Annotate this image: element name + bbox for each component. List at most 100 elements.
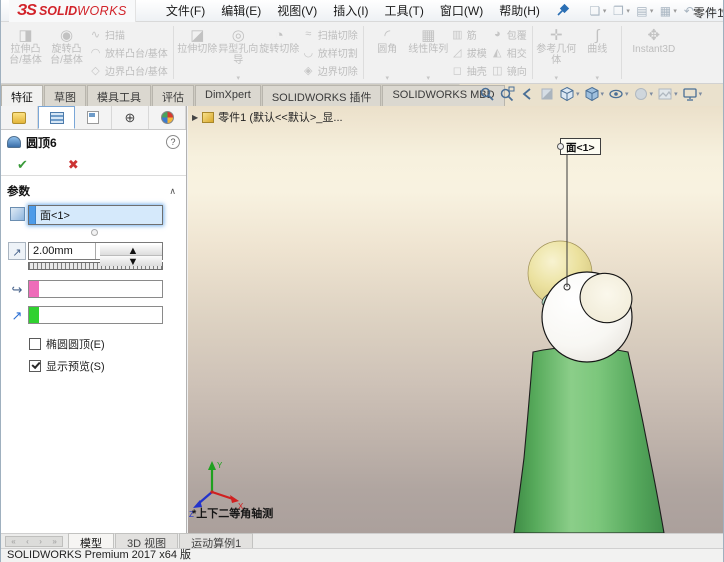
zoom-to-area-icon[interactable] xyxy=(499,86,515,102)
tree-expand-icon[interactable]: ▶ xyxy=(192,113,198,122)
tab-appearances[interactable] xyxy=(149,106,186,129)
edit-appearance-icon[interactable]: ▾ xyxy=(633,86,653,102)
menu-item[interactable]: 视图(V) xyxy=(269,0,325,22)
intersect-button[interactable]: ◭ 相交 xyxy=(491,44,527,61)
view-settings-icon[interactable]: ▾ xyxy=(682,86,702,102)
command-tab[interactable]: DimXpert xyxy=(195,85,261,106)
property-manager-title: 圆顶6 xyxy=(26,135,57,150)
show-preview-checkbox[interactable] xyxy=(29,360,41,372)
graphics-area[interactable]: Y X Z ▶ 零件1 (默认<<默认>_显... 面<1> *上下二等角轴测 xyxy=(188,106,723,533)
rib-button[interactable]: ▥ 筋 xyxy=(451,26,487,43)
extruded-cut-button[interactable]: ◪ 拉伸切除 xyxy=(177,23,218,82)
fillet-icon: ◜ xyxy=(384,27,391,44)
reference-geometry-button[interactable]: ✛ 参考几何体 ▾ xyxy=(536,23,577,82)
model-canvas[interactable]: Y X Z xyxy=(188,106,723,533)
dropdown-caret-icon[interactable]: ▾ xyxy=(555,74,559,82)
elliptical-dome-checkbox[interactable] xyxy=(29,338,41,350)
save-icon[interactable]: ▤ ▾ xyxy=(633,2,656,20)
direction-icon: ↗ xyxy=(11,308,23,323)
help-icon[interactable]: ? xyxy=(166,135,180,149)
document-tab[interactable]: 运动算例1 xyxy=(179,533,254,550)
menu-item[interactable]: 插入(I) xyxy=(325,0,376,22)
menu-item[interactable]: 文件(F) xyxy=(158,0,213,22)
mirror-button[interactable]: ◫ 镜向 xyxy=(491,62,527,79)
face-selection-value: 面<1> xyxy=(40,210,70,222)
lofted-boss-button[interactable]: ◠ 放样凸台/基体 xyxy=(89,44,168,61)
ok-button[interactable]: ✔ xyxy=(17,157,28,173)
tab-configurations[interactable] xyxy=(75,106,112,129)
hole-wizard-icon: ◎ xyxy=(231,27,245,44)
dropdown-caret-icon[interactable]: ▾ xyxy=(386,74,390,82)
revolved-boss-button[interactable]: ◉ 旋转凸台/基体 xyxy=(46,23,87,82)
constraint-selection-box[interactable] xyxy=(28,280,163,298)
lofted-cut-button[interactable]: ◡ 放样切割 xyxy=(302,44,357,61)
command-tab[interactable]: 草图 xyxy=(44,85,86,106)
dropdown-caret-icon[interactable]: ▾ xyxy=(237,74,241,82)
draft-icon: ◿ xyxy=(453,46,462,59)
draft-button[interactable]: ◿ 拔模 xyxy=(451,44,487,61)
tab-nav-button[interactable]: › xyxy=(39,537,42,546)
swept-cut-button[interactable]: ≈ 扫描切除 xyxy=(302,26,358,43)
dropdown-caret-icon[interactable]: ▾ xyxy=(596,74,600,82)
document-tabs: 模型 3D 视图 运动算例1 xyxy=(68,533,254,550)
tab-nav-button[interactable]: ‹ xyxy=(26,537,29,546)
print-icon[interactable]: ▦ ▾ xyxy=(656,2,679,20)
tab-nav-button[interactable]: » xyxy=(52,537,56,546)
section-view-icon[interactable] xyxy=(539,86,555,102)
viewport-feature-tree: ▶ 零件1 (默认<<默认>_显... xyxy=(192,109,343,125)
face-selection-box[interactable]: 面<1> xyxy=(28,205,163,225)
swept-boss-icon: ∿ xyxy=(90,28,101,41)
revolved-cut-button[interactable]: ◔ 旋转切除 xyxy=(259,23,300,82)
swept-boss-button[interactable]: ∿ 扫描 xyxy=(89,26,168,43)
tab-feature-tree[interactable] xyxy=(1,106,38,129)
spin-up-button[interactable]: ▲ xyxy=(100,245,162,257)
menu-item[interactable]: 帮助(H) xyxy=(491,0,548,22)
new-document-icon[interactable]: ❏ ▾ xyxy=(586,2,609,20)
linear-pattern-button[interactable]: ▦ 线性阵列 ▾ xyxy=(408,23,449,82)
cancel-button[interactable]: ✖ xyxy=(68,157,79,173)
display-style-icon[interactable]: ▾ xyxy=(584,86,604,102)
menu-item[interactable]: 编辑(E) xyxy=(213,0,269,22)
document-tab[interactable]: 3D 视图 xyxy=(115,533,179,550)
curves-button[interactable]: ∫ 曲线 ▾ xyxy=(577,23,618,82)
panel-tab-bar: ⊕ xyxy=(1,106,186,130)
apply-scene-icon[interactable]: ▾ xyxy=(657,86,678,102)
configurations-icon xyxy=(87,111,99,124)
tab-dimxpert[interactable]: ⊕ xyxy=(112,106,149,129)
menu-item[interactable]: 工具(T) xyxy=(377,0,432,22)
command-tab[interactable]: 评估 xyxy=(152,85,194,106)
dropdown-caret-icon[interactable]: ▾ xyxy=(427,74,431,82)
tab-property-manager[interactable] xyxy=(38,106,75,129)
collapse-section-icon[interactable]: ∧ xyxy=(169,186,176,197)
command-tab[interactable]: 特征 xyxy=(1,85,43,106)
tab-navigation-strip: « ‹ › » xyxy=(5,536,63,547)
show-preview-label[interactable]: 显示预览(S) xyxy=(46,358,105,374)
feature-tree-icon xyxy=(12,111,26,124)
pin-icon[interactable] xyxy=(554,3,570,19)
distance-input[interactable]: 2.00mm ▲ ▼ xyxy=(28,242,163,268)
tab-nav-button[interactable]: « xyxy=(11,537,15,546)
wrap-button[interactable]: ◕ 包覆 xyxy=(491,26,527,43)
spin-down-button[interactable]: ▼ xyxy=(100,256,162,268)
part-tree-label[interactable]: 零件1 (默认<<默认>_显... xyxy=(218,109,342,125)
boundary-cut-button[interactable]: ◈ 边界切除 xyxy=(302,62,358,79)
boundary-boss-icon: ◇ xyxy=(91,65,100,78)
hole-wizard-button[interactable]: ◎ 异型孔向导 ▾ xyxy=(218,23,259,82)
extruded-boss-button[interactable]: ◨ 拉伸凸台/基体 xyxy=(5,23,46,82)
fillet-button[interactable]: ◜ 圆角 ▾ xyxy=(367,23,408,82)
shell-button[interactable]: ◻ 抽壳 xyxy=(451,62,487,79)
instant3d-button[interactable]: ✥ Instant3D xyxy=(625,23,683,82)
previous-view-icon[interactable] xyxy=(519,86,535,102)
ribbon-divider xyxy=(531,26,533,79)
document-tab[interactable]: 模型 xyxy=(68,533,114,550)
command-tab[interactable]: 模具工具 xyxy=(87,85,151,106)
zoom-to-fit-icon[interactable] xyxy=(479,86,495,102)
elliptical-dome-label[interactable]: 椭圆圆顶(E) xyxy=(46,336,105,352)
menu-item[interactable]: 窗口(W) xyxy=(432,0,491,22)
hide-show-items-icon[interactable]: ▾ xyxy=(608,86,629,102)
command-tab[interactable]: SOLIDWORKS 插件 xyxy=(261,85,382,106)
view-orientation-icon[interactable]: ▾ xyxy=(559,86,580,102)
boundary-boss-button[interactable]: ◇ 边界凸台/基体 xyxy=(89,62,168,79)
open-document-icon[interactable]: ❐ ▾ xyxy=(609,2,632,20)
direction-selection-box[interactable] xyxy=(28,306,163,324)
